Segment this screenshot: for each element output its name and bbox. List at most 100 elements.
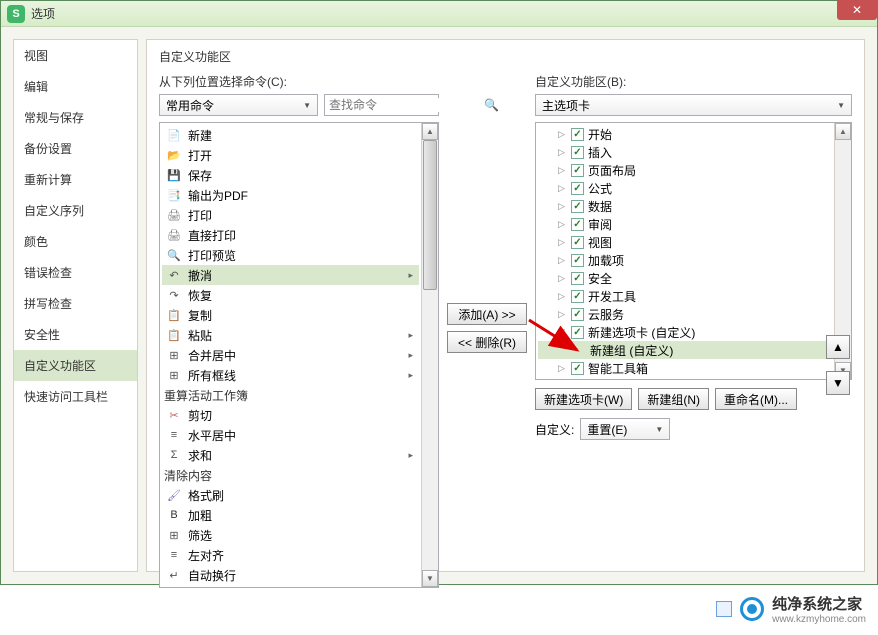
command-item[interactable]: 📋粘贴▸ — [162, 325, 419, 345]
tree-node[interactable]: ▷✓插入 — [538, 143, 832, 161]
scroll-down-button[interactable]: ▼ — [422, 570, 438, 587]
expand-icon[interactable]: ▷ — [556, 219, 567, 230]
sidebar-item-4[interactable]: 重新计算 — [14, 164, 137, 195]
scrollbar[interactable]: ▲ ▼ — [421, 123, 438, 587]
watermark-cube-icon — [716, 601, 732, 617]
watermark: 纯净系统之家 www.kzmyhome.com — [716, 593, 866, 625]
checkbox[interactable]: ✓ — [571, 362, 584, 375]
tree-node[interactable]: ▷✓开发工具 — [538, 287, 832, 305]
command-item[interactable]: 🖨直接打印 — [162, 225, 419, 245]
checkbox[interactable]: ✓ — [571, 272, 584, 285]
tree-node[interactable]: ▷✓安全 — [538, 269, 832, 287]
command-item[interactable]: B加粗 — [162, 505, 419, 525]
new-tab-button[interactable]: 新建选项卡(W) — [535, 388, 632, 410]
checkbox[interactable]: ✓ — [571, 146, 584, 159]
chevron-down-icon: ▼ — [655, 425, 663, 434]
tree-node[interactable]: ▷✓页面布局 — [538, 161, 832, 179]
sidebar-item-9[interactable]: 安全性 — [14, 319, 137, 350]
expand-icon[interactable]: ▷ — [556, 291, 567, 302]
command-item[interactable]: ≡左对齐 — [162, 545, 419, 565]
command-label: 输出为PDF — [188, 187, 248, 204]
ribbon-tabs-select[interactable]: 主选项卡▼ — [535, 94, 852, 116]
sidebar-item-7[interactable]: 错误检查 — [14, 257, 137, 288]
command-item[interactable]: ↵自动换行 — [162, 565, 419, 585]
checkbox[interactable]: ✓ — [571, 128, 584, 141]
command-item[interactable]: 🖨打印 — [162, 205, 419, 225]
expand-icon[interactable]: ▷ — [556, 201, 567, 212]
move-up-button[interactable]: ▲ — [826, 335, 850, 359]
new-group-button[interactable]: 新建组(N) — [638, 388, 709, 410]
expand-icon[interactable]: ▷ — [556, 237, 567, 248]
submenu-arrow-icon: ▸ — [408, 330, 415, 341]
expand-icon[interactable]: ▷ — [556, 273, 567, 284]
tree-node[interactable]: ▽✓新建选项卡 (自定义) — [538, 323, 832, 341]
command-item[interactable]: ⊞筛选 — [162, 525, 419, 545]
command-item[interactable]: ⊞所有框线▸ — [162, 365, 419, 385]
command-item[interactable]: Σ求和▸ — [162, 445, 419, 465]
checkbox[interactable]: ✓ — [571, 308, 584, 321]
command-item[interactable]: ⊞合并居中▸ — [162, 345, 419, 365]
tree-node[interactable]: ▷✓开始 — [538, 125, 832, 143]
collapse-icon[interactable]: ▽ — [556, 327, 567, 338]
command-item[interactable]: ↶撤消▸ — [162, 265, 419, 285]
expand-icon[interactable]: ▷ — [556, 165, 567, 176]
checkbox[interactable]: ✓ — [571, 182, 584, 195]
command-item[interactable]: ↷恢复 — [162, 285, 419, 305]
tree-node[interactable]: ▷✓公式 — [538, 179, 832, 197]
sidebar-item-3[interactable]: 备份设置 — [14, 133, 137, 164]
expand-icon[interactable]: ▷ — [556, 309, 567, 320]
tree-node[interactable]: ▷✓智能工具箱 — [538, 359, 832, 377]
move-down-button[interactable]: ▼ — [826, 371, 850, 395]
search-command-input[interactable]: 🔍 — [324, 94, 439, 116]
expand-icon[interactable]: ▷ — [556, 363, 567, 374]
close-button[interactable]: ✕ — [837, 0, 877, 20]
expand-icon[interactable]: ▷ — [556, 129, 567, 140]
scroll-up-button[interactable]: ▲ — [422, 123, 438, 140]
command-item[interactable]: ✂剪切 — [162, 405, 419, 425]
scroll-thumb[interactable] — [423, 140, 437, 290]
scroll-up-button[interactable]: ▲ — [835, 123, 851, 140]
rename-button[interactable]: 重命名(M)... — [715, 388, 797, 410]
command-group-header: 清除内容 — [162, 465, 419, 485]
sidebar-item-2[interactable]: 常规与保存 — [14, 102, 137, 133]
tree-node-label: 审阅 — [588, 216, 612, 233]
command-item[interactable]: 🔍打印预览 — [162, 245, 419, 265]
tree-child-node[interactable]: 新建组 (自定义) — [538, 341, 832, 359]
command-item[interactable]: 📄新建 — [162, 125, 419, 145]
command-item[interactable]: ≡水平居中 — [162, 425, 419, 445]
remove-button[interactable]: << 删除(R) — [447, 331, 527, 353]
checkbox[interactable]: ✓ — [571, 200, 584, 213]
checkbox[interactable]: ✓ — [571, 164, 584, 177]
command-item[interactable]: 📂打开 — [162, 145, 419, 165]
checkbox[interactable]: ✓ — [571, 218, 584, 231]
tree-node[interactable]: ▷✓加载项 — [538, 251, 832, 269]
commands-listbox[interactable]: 📄新建📂打开💾保存📑输出为PDF🖨打印🖨直接打印🔍打印预览↶撤消▸↷恢复📋复制📋… — [159, 122, 439, 588]
sidebar-item-10[interactable]: 自定义功能区 — [14, 350, 137, 381]
command-item[interactable]: 📋复制 — [162, 305, 419, 325]
command-source-select[interactable]: 常用命令▼ — [159, 94, 318, 116]
checkbox[interactable]: ✓ — [571, 326, 584, 339]
checkbox[interactable]: ✓ — [571, 254, 584, 267]
tree-node[interactable]: ▷✓云服务 — [538, 305, 832, 323]
expand-icon[interactable]: ▷ — [556, 255, 567, 266]
command-icon: 🖨 — [166, 207, 182, 223]
command-item[interactable]: 📑输出为PDF — [162, 185, 419, 205]
sidebar-item-8[interactable]: 拼写检查 — [14, 288, 137, 319]
sidebar-item-0[interactable]: 视图 — [14, 40, 137, 71]
reset-select[interactable]: 重置(E)▼ — [580, 418, 670, 440]
expand-icon[interactable]: ▷ — [556, 183, 567, 194]
ribbon-tree[interactable]: ▷✓开始▷✓插入▷✓页面布局▷✓公式▷✓数据▷✓审阅▷✓视图▷✓加载项▷✓安全▷… — [535, 122, 852, 380]
command-item[interactable]: 💾保存 — [162, 165, 419, 185]
add-button[interactable]: 添加(A) >> — [447, 303, 527, 325]
tree-node[interactable]: ▷✓视图 — [538, 233, 832, 251]
checkbox[interactable]: ✓ — [571, 290, 584, 303]
sidebar-item-11[interactable]: 快速访问工具栏 — [14, 381, 137, 412]
sidebar-item-5[interactable]: 自定义序列 — [14, 195, 137, 226]
tree-node[interactable]: ▷ ✓ 审阅 — [538, 215, 832, 233]
checkbox[interactable]: ✓ — [571, 236, 584, 249]
tree-node[interactable]: ▷✓数据 — [538, 197, 832, 215]
sidebar-item-6[interactable]: 颜色 — [14, 226, 137, 257]
sidebar-item-1[interactable]: 编辑 — [14, 71, 137, 102]
command-item[interactable]: 🖌格式刷 — [162, 485, 419, 505]
expand-icon[interactable]: ▷ — [556, 147, 567, 158]
